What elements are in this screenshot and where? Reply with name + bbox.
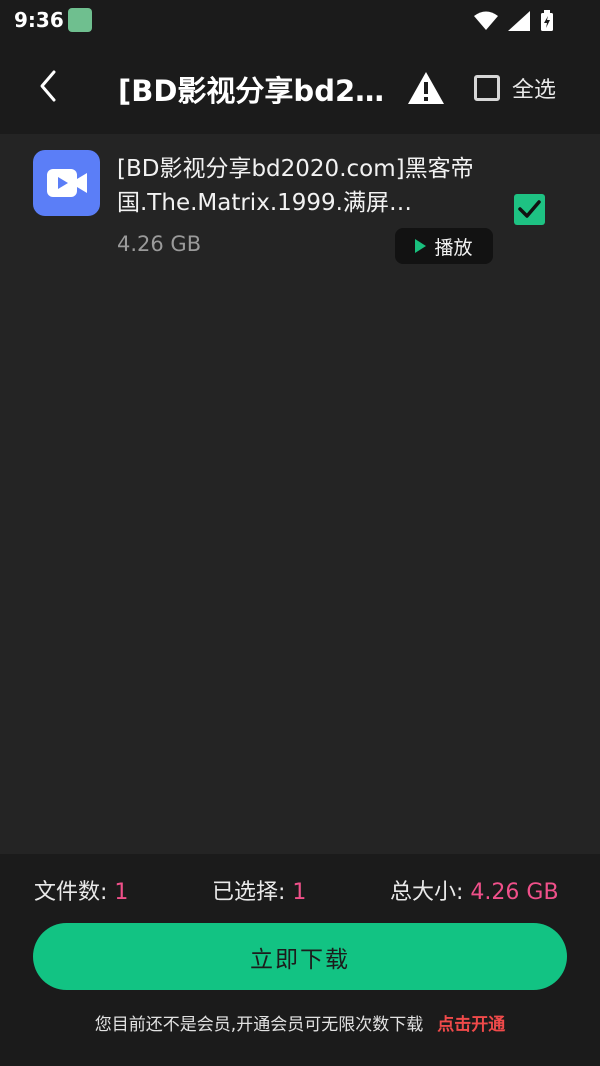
total-size-value: 4.26 GB [470, 880, 559, 905]
download-now-button[interactable]: 立即下载 [33, 923, 567, 990]
status-time: 9:36 [14, 8, 64, 32]
signal-icon [508, 11, 530, 31]
page-title: [BD影视分享bd2020.com]黑客帝国.The.Matrix.1999.满… [118, 74, 396, 108]
select-all-checkbox[interactable] [474, 75, 500, 101]
battery-charging-icon [541, 10, 553, 31]
notice-text: 您目前还不是会员,开通会员可无限次数下载 [94, 1015, 424, 1035]
video-file-icon [33, 150, 100, 216]
file-count-value: 1 [114, 880, 129, 905]
warning-triangle-icon [408, 72, 444, 104]
file-checkbox[interactable] [514, 194, 545, 225]
play-label: 播放 [434, 236, 473, 259]
total-size-stat: 总大小: 4.26 GB [390, 880, 559, 905]
back-button[interactable] [30, 66, 70, 106]
membership-notice: 您目前还不是会员,开通会员可无限次数下载 点击开通 [0, 1010, 600, 1035]
file-size: 4.26 GB [117, 232, 202, 256]
footer-panel: 文件数: 1 已选择: 1 总大小: 4.26 GB 立即下载 您目前还不是会员… [0, 854, 600, 1066]
file-list: [BD影视分享bd2020.com]黑客帝国.The.Matrix.1999.满… [0, 134, 600, 854]
select-all-toggle[interactable]: 全选 [474, 72, 556, 104]
summary-stats: 文件数: 1 已选择: 1 总大小: 4.26 GB [34, 874, 566, 905]
status-icons [474, 10, 554, 32]
selected-stat: 已选择: 1 [212, 880, 307, 905]
play-icon [415, 239, 427, 253]
warning-button[interactable] [407, 70, 445, 106]
select-all-label: 全选 [512, 78, 557, 103]
list-item[interactable]: [BD影视分享bd2020.com]黑客帝国.The.Matrix.1999.满… [0, 134, 600, 274]
download-label: 立即下载 [250, 946, 350, 973]
play-button[interactable]: 播放 [395, 228, 493, 264]
file-name: [BD影视分享bd2020.com]黑客帝国.The.Matrix.1999.满… [117, 156, 474, 216]
open-membership-link[interactable]: 点击开通 [437, 1015, 505, 1035]
app-notification-icon [68, 8, 92, 32]
checkmark-icon [518, 200, 541, 218]
chevron-left-icon [40, 70, 56, 102]
status-bar: 9:36 [0, 0, 600, 40]
app-header: [BD影视分享bd2020.com]黑客帝国.The.Matrix.1999.满… [0, 40, 600, 134]
selected-value: 1 [292, 880, 307, 905]
file-count-stat: 文件数: 1 [34, 880, 129, 905]
wifi-icon [474, 11, 498, 30]
